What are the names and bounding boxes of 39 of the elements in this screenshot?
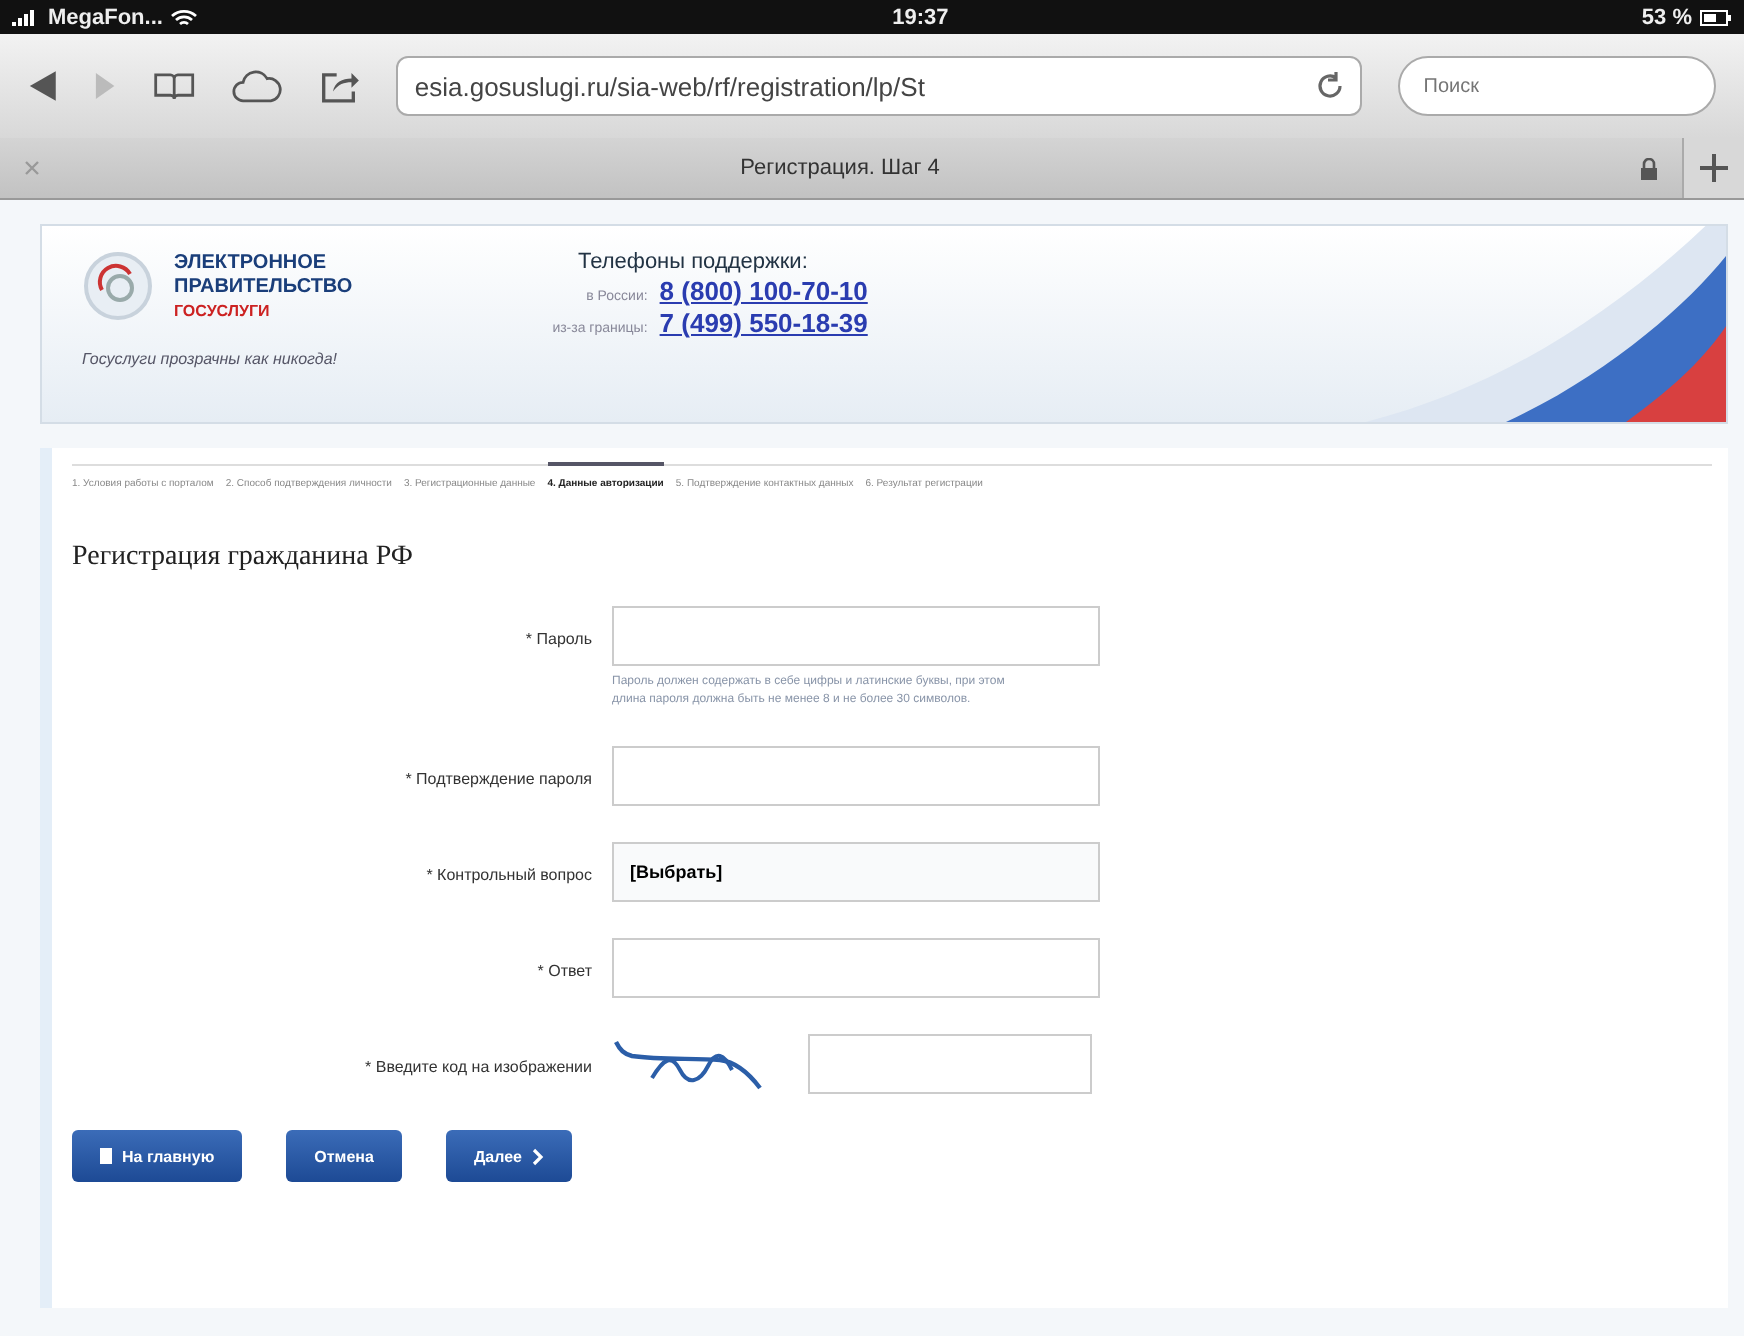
bookmarks-icon[interactable] (151, 70, 197, 102)
reload-icon[interactable] (1315, 72, 1344, 100)
status-time: 19:37 (892, 5, 949, 29)
address-bar[interactable]: esia.gosuslugi.ru/sia-web/rf/registration/lp/St (396, 56, 1362, 116)
input-field[interactable] (612, 606, 1100, 666)
phone-link[interactable]: 8 (800) 100-70-10 (659, 276, 868, 306)
plus-icon (1700, 154, 1728, 182)
support-title: Телефоны поддержки: (578, 250, 808, 274)
captcha-input[interactable] (808, 1034, 1092, 1094)
action-button[interactable]: Отмена (286, 1130, 402, 1182)
search-field[interactable]: Поиск (1397, 56, 1717, 116)
logo-text: ЭЛЕКТРОННОЕ (174, 251, 329, 275)
action-button[interactable]: На главную (72, 1130, 243, 1182)
carrier-name: MegaFon... (48, 5, 163, 29)
lock-icon (1640, 157, 1658, 179)
logo-subtitle: ГОСУСЛУГИ (174, 299, 272, 321)
chevron-icon (531, 1147, 544, 1165)
wifi-icon (170, 7, 199, 27)
signal-icon (12, 9, 40, 25)
field-label: * Ответ (535, 960, 592, 984)
form-title: Регистрация гражданина РФ (72, 542, 415, 574)
battery-percent: 53 % (1641, 5, 1692, 29)
field-label: * Подтверждение пароля (403, 768, 592, 792)
cloud-icon[interactable] (232, 68, 285, 104)
input-field[interactable] (612, 746, 1100, 806)
new-tab-button[interactable] (1682, 138, 1744, 198)
document-icon (100, 1148, 112, 1164)
field-label: * Контрольный вопрос (424, 864, 592, 888)
logo-text: ПРАВИТЕЛЬСТВО (174, 275, 353, 299)
battery-icon (1699, 9, 1732, 25)
emblem-icon (82, 250, 154, 322)
field-label: * Введите код на изображении (363, 1056, 592, 1080)
back-icon[interactable] (28, 68, 58, 104)
input-field[interactable] (612, 938, 1100, 998)
action-button[interactable]: Далее (445, 1130, 572, 1182)
tagline: Госуслуги прозрачны как никогда! (82, 350, 339, 368)
field-label: * Пароль (523, 628, 592, 652)
select-field[interactable]: [Выбрать] (612, 842, 1100, 902)
phone-link[interactable]: 7 (499) 550-18-39 (659, 308, 868, 338)
